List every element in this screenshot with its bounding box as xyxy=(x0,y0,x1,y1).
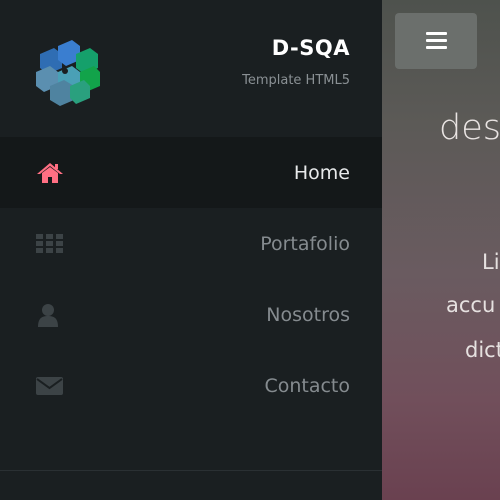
nav-item-portafolio[interactable]: Portafolio xyxy=(0,208,382,279)
hero-heading: desa xyxy=(439,108,500,148)
envelope-icon xyxy=(36,376,63,395)
sidebar-divider xyxy=(0,470,382,471)
hero-text-line: Li xyxy=(482,250,500,274)
menu-toggle-button[interactable] xyxy=(395,13,477,69)
main-content: desa Li accu dict xyxy=(382,0,500,500)
nav-list: Home Portafolio Nosotros Contacto xyxy=(0,137,382,421)
nav-item-home[interactable]: Home xyxy=(0,137,382,208)
user-icon xyxy=(38,303,58,327)
nav-item-label: Nosotros xyxy=(266,303,350,326)
nav-item-label: Portafolio xyxy=(260,232,350,255)
sidebar-menu: D-SQA Template HTML5 Home Portafolio Nos… xyxy=(0,0,382,500)
nav-item-contacto[interactable]: Contacto xyxy=(0,350,382,421)
cube-grid-logo xyxy=(36,40,100,106)
nav-item-label: Contacto xyxy=(264,374,350,397)
brand-title: D-SQA xyxy=(271,36,350,60)
nav-item-nosotros[interactable]: Nosotros xyxy=(0,279,382,350)
hero-text-line: dict xyxy=(465,338,500,362)
nav-item-label: Home xyxy=(293,161,350,184)
home-icon xyxy=(37,162,63,183)
brand-header: D-SQA Template HTML5 xyxy=(0,0,382,137)
brand-subtitle: Template HTML5 xyxy=(242,73,350,88)
grid-icon xyxy=(36,233,63,253)
hero-text-line: accu xyxy=(446,293,496,317)
